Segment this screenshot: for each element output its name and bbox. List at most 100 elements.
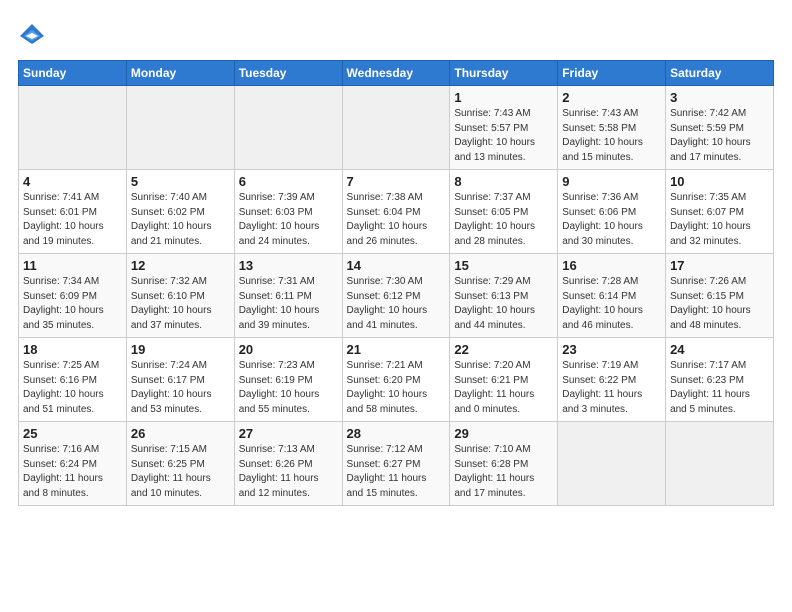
day-number: 27 [239, 426, 338, 441]
day-info: Sunrise: 7:42 AM Sunset: 5:59 PM Dayligh… [670, 107, 769, 165]
calendar-cell: 27 Sunrise: 7:13 AM Sunset: 6:26 PM Dayli… [234, 422, 342, 506]
calendar-cell: 13 Sunrise: 7:31 AM Sunset: 6:11 PM Dayli… [234, 254, 342, 338]
day-info: Sunrise: 7:26 AM Sunset: 6:15 PM Dayligh… [670, 275, 769, 333]
calendar-cell: 1 Sunrise: 7:43 AM Sunset: 5:57 PM Daylig… [450, 86, 558, 170]
day-header-saturday: Saturday [666, 61, 774, 86]
calendar-cell [234, 86, 342, 170]
day-number: 16 [562, 258, 661, 273]
calendar-week-4: 25 Sunrise: 7:16 AM Sunset: 6:24 PM Dayli… [19, 422, 774, 506]
calendar-cell: 15 Sunrise: 7:29 AM Sunset: 6:13 PM Dayli… [450, 254, 558, 338]
day-info: Sunrise: 7:20 AM Sunset: 6:21 PM Dayligh… [454, 359, 553, 417]
calendar-cell [558, 422, 666, 506]
day-number: 3 [670, 90, 769, 105]
day-number: 5 [131, 174, 230, 189]
calendar-cell: 17 Sunrise: 7:26 AM Sunset: 6:15 PM Dayli… [666, 254, 774, 338]
day-info: Sunrise: 7:25 AM Sunset: 6:16 PM Dayligh… [23, 359, 122, 417]
day-number: 29 [454, 426, 553, 441]
calendar-cell: 22 Sunrise: 7:20 AM Sunset: 6:21 PM Dayli… [450, 338, 558, 422]
calendar-cell: 11 Sunrise: 7:34 AM Sunset: 6:09 PM Dayli… [19, 254, 127, 338]
day-info: Sunrise: 7:43 AM Sunset: 5:58 PM Dayligh… [562, 107, 661, 165]
day-number: 14 [347, 258, 446, 273]
calendar-cell: 10 Sunrise: 7:35 AM Sunset: 6:07 PM Dayli… [666, 170, 774, 254]
day-info: Sunrise: 7:16 AM Sunset: 6:24 PM Dayligh… [23, 443, 122, 501]
day-info: Sunrise: 7:30 AM Sunset: 6:12 PM Dayligh… [347, 275, 446, 333]
logo-icon [18, 22, 46, 50]
day-header-wednesday: Wednesday [342, 61, 450, 86]
day-number: 24 [670, 342, 769, 357]
day-info: Sunrise: 7:29 AM Sunset: 6:13 PM Dayligh… [454, 275, 553, 333]
day-number: 11 [23, 258, 122, 273]
calendar-cell: 18 Sunrise: 7:25 AM Sunset: 6:16 PM Dayli… [19, 338, 127, 422]
day-info: Sunrise: 7:39 AM Sunset: 6:03 PM Dayligh… [239, 191, 338, 249]
day-number: 8 [454, 174, 553, 189]
day-number: 15 [454, 258, 553, 273]
day-number: 12 [131, 258, 230, 273]
calendar-week-1: 4 Sunrise: 7:41 AM Sunset: 6:01 PM Daylig… [19, 170, 774, 254]
day-number: 22 [454, 342, 553, 357]
calendar-cell: 7 Sunrise: 7:38 AM Sunset: 6:04 PM Daylig… [342, 170, 450, 254]
day-info: Sunrise: 7:12 AM Sunset: 6:27 PM Dayligh… [347, 443, 446, 501]
calendar-cell: 3 Sunrise: 7:42 AM Sunset: 5:59 PM Daylig… [666, 86, 774, 170]
day-info: Sunrise: 7:15 AM Sunset: 6:25 PM Dayligh… [131, 443, 230, 501]
calendar-cell: 26 Sunrise: 7:15 AM Sunset: 6:25 PM Dayli… [126, 422, 234, 506]
calendar-cell: 24 Sunrise: 7:17 AM Sunset: 6:23 PM Dayli… [666, 338, 774, 422]
day-header-thursday: Thursday [450, 61, 558, 86]
calendar-cell: 6 Sunrise: 7:39 AM Sunset: 6:03 PM Daylig… [234, 170, 342, 254]
calendar-cell [342, 86, 450, 170]
calendar-table: SundayMondayTuesdayWednesdayThursdayFrid… [18, 60, 774, 506]
day-header-friday: Friday [558, 61, 666, 86]
calendar-cell: 16 Sunrise: 7:28 AM Sunset: 6:14 PM Dayli… [558, 254, 666, 338]
day-info: Sunrise: 7:36 AM Sunset: 6:06 PM Dayligh… [562, 191, 661, 249]
calendar-cell: 12Sunrise: 7:32 AM Sunset: 6:10 PM Dayli… [126, 254, 234, 338]
calendar-cell: 23 Sunrise: 7:19 AM Sunset: 6:22 PM Dayli… [558, 338, 666, 422]
day-number: 6 [239, 174, 338, 189]
calendar-cell: 19Sunrise: 7:24 AM Sunset: 6:17 PM Dayli… [126, 338, 234, 422]
calendar-cell: 4 Sunrise: 7:41 AM Sunset: 6:01 PM Daylig… [19, 170, 127, 254]
day-info: Sunrise: 7:23 AM Sunset: 6:19 PM Dayligh… [239, 359, 338, 417]
day-number: 21 [347, 342, 446, 357]
day-info: Sunrise: 7:37 AM Sunset: 6:05 PM Dayligh… [454, 191, 553, 249]
logo [18, 22, 50, 50]
day-number: 25 [23, 426, 122, 441]
day-number: 23 [562, 342, 661, 357]
day-info: Sunrise: 7:41 AM Sunset: 6:01 PM Dayligh… [23, 191, 122, 249]
day-info: Sunrise: 7:19 AM Sunset: 6:22 PM Dayligh… [562, 359, 661, 417]
calendar-week-0: 1 Sunrise: 7:43 AM Sunset: 5:57 PM Daylig… [19, 86, 774, 170]
day-info: Sunrise: 7:34 AM Sunset: 6:09 PM Dayligh… [23, 275, 122, 333]
day-info: Sunrise: 7:17 AM Sunset: 6:23 PM Dayligh… [670, 359, 769, 417]
page-container: SundayMondayTuesdayWednesdayThursdayFrid… [0, 0, 792, 516]
day-info: Sunrise: 7:28 AM Sunset: 6:14 PM Dayligh… [562, 275, 661, 333]
day-info: Sunrise: 7:38 AM Sunset: 6:04 PM Dayligh… [347, 191, 446, 249]
calendar-week-3: 18 Sunrise: 7:25 AM Sunset: 6:16 PM Dayli… [19, 338, 774, 422]
day-number: 1 [454, 90, 553, 105]
calendar-cell: 14 Sunrise: 7:30 AM Sunset: 6:12 PM Dayli… [342, 254, 450, 338]
calendar-cell: 2 Sunrise: 7:43 AM Sunset: 5:58 PM Daylig… [558, 86, 666, 170]
day-number: 9 [562, 174, 661, 189]
day-number: 19 [131, 342, 230, 357]
day-info: Sunrise: 7:13 AM Sunset: 6:26 PM Dayligh… [239, 443, 338, 501]
day-info: Sunrise: 7:31 AM Sunset: 6:11 PM Dayligh… [239, 275, 338, 333]
day-number: 26 [131, 426, 230, 441]
calendar-week-2: 11 Sunrise: 7:34 AM Sunset: 6:09 PM Dayli… [19, 254, 774, 338]
calendar-header-row: SundayMondayTuesdayWednesdayThursdayFrid… [19, 61, 774, 86]
calendar-cell [19, 86, 127, 170]
day-info: Sunrise: 7:21 AM Sunset: 6:20 PM Dayligh… [347, 359, 446, 417]
day-number: 18 [23, 342, 122, 357]
calendar-cell [126, 86, 234, 170]
day-number: 13 [239, 258, 338, 273]
day-number: 10 [670, 174, 769, 189]
day-number: 2 [562, 90, 661, 105]
day-info: Sunrise: 7:40 AM Sunset: 6:02 PM Dayligh… [131, 191, 230, 249]
day-number: 7 [347, 174, 446, 189]
calendar-cell: 5 Sunrise: 7:40 AM Sunset: 6:02 PM Daylig… [126, 170, 234, 254]
day-info: Sunrise: 7:43 AM Sunset: 5:57 PM Dayligh… [454, 107, 553, 165]
day-info: Sunrise: 7:10 AM Sunset: 6:28 PM Dayligh… [454, 443, 553, 501]
day-info: Sunrise: 7:35 AM Sunset: 6:07 PM Dayligh… [670, 191, 769, 249]
calendar-cell [666, 422, 774, 506]
calendar-cell: 9 Sunrise: 7:36 AM Sunset: 6:06 PM Daylig… [558, 170, 666, 254]
day-number: 17 [670, 258, 769, 273]
day-number: 4 [23, 174, 122, 189]
calendar-cell: 8 Sunrise: 7:37 AM Sunset: 6:05 PM Daylig… [450, 170, 558, 254]
calendar-cell: 28Sunrise: 7:12 AM Sunset: 6:27 PM Dayli… [342, 422, 450, 506]
day-number: 20 [239, 342, 338, 357]
